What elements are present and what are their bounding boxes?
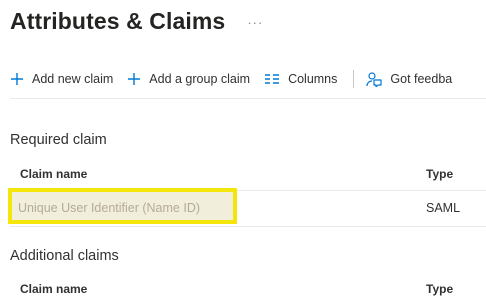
feedback-label: Got feedba bbox=[390, 72, 453, 86]
columns-icon bbox=[264, 73, 280, 85]
additional-type-header: Type bbox=[426, 282, 454, 296]
plus-icon bbox=[127, 72, 141, 86]
row-divider bbox=[10, 226, 486, 227]
additional-claim-name-header: Claim name bbox=[20, 282, 88, 296]
feedback-icon bbox=[366, 71, 382, 87]
add-new-claim-label: Add new claim bbox=[32, 72, 114, 86]
more-options-icon[interactable]: ··· bbox=[247, 15, 263, 30]
add-group-claim-button[interactable]: Add a group claim bbox=[127, 72, 250, 86]
claim-name-link[interactable]: Unique User Identifier (Name ID) bbox=[18, 201, 200, 215]
columns-label: Columns bbox=[288, 72, 338, 86]
add-new-claim-button[interactable]: Add new claim bbox=[10, 72, 113, 86]
plus-icon bbox=[10, 72, 24, 86]
required-claim-name-header: Claim name bbox=[20, 167, 88, 181]
command-bar: Add new claim Add a group claim Columns … bbox=[10, 62, 486, 96]
toolbar-divider-line bbox=[10, 98, 486, 99]
toolbar-divider bbox=[353, 70, 355, 88]
claim-type-value: SAML bbox=[426, 201, 461, 215]
additional-claims-section-title: Additional claims bbox=[10, 248, 119, 264]
columns-button[interactable]: Columns bbox=[264, 72, 337, 86]
title-row: Attributes & Claims ··· bbox=[10, 8, 263, 35]
page-title: Attributes & Claims bbox=[10, 8, 226, 34]
required-claim-section-title: Required claim bbox=[10, 132, 107, 148]
feedback-button[interactable]: Got feedba bbox=[366, 71, 452, 87]
add-group-claim-label: Add a group claim bbox=[149, 72, 251, 86]
required-type-header: Type bbox=[426, 167, 454, 181]
